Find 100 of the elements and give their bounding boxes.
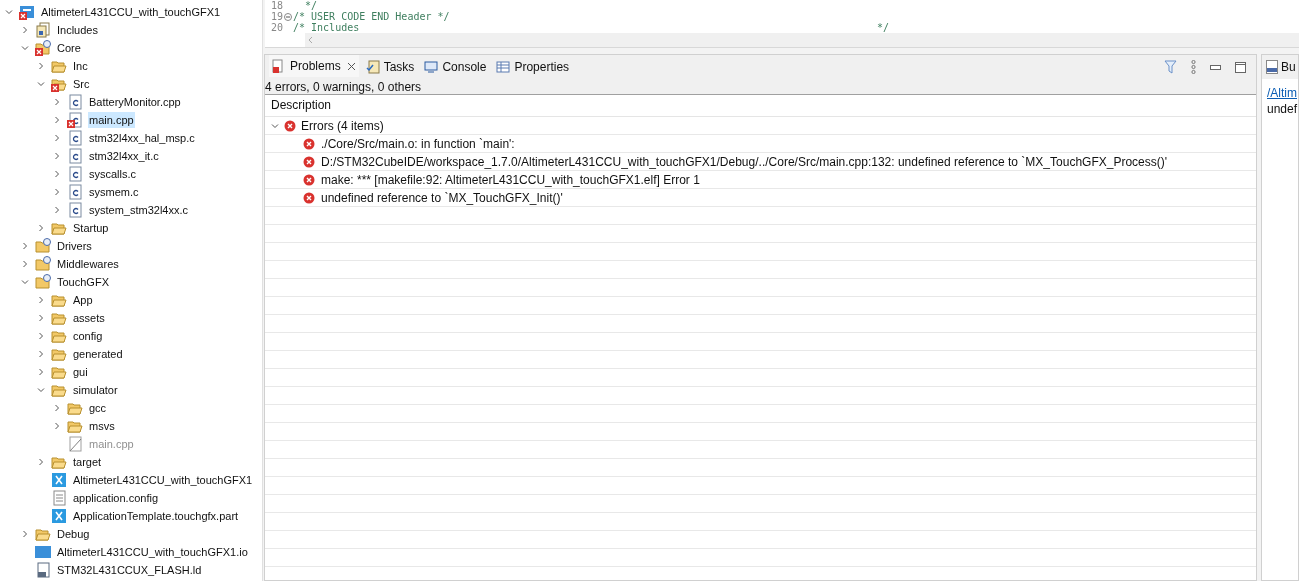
column-header[interactable]: Description	[271, 96, 332, 114]
chevron-right-icon[interactable]	[37, 458, 45, 466]
tree-item[interactable]: stm32l4xx_it.c	[88, 147, 160, 165]
tree-item[interactable]: STM32L431CCUX_FLASH.ld	[56, 561, 203, 579]
source-folder-icon	[35, 256, 51, 272]
view-tab[interactable]: Tasks	[362, 55, 418, 79]
folder-icon	[51, 346, 67, 362]
error-icon	[303, 137, 315, 150]
tree-item[interactable]: gui	[72, 363, 89, 381]
chevron-right-icon[interactable]	[53, 206, 61, 214]
error-message[interactable]: ./Core/Src/main.o: in function `main':	[321, 134, 515, 153]
tree-item[interactable]: Includes	[56, 21, 99, 39]
fold-icon[interactable]	[284, 12, 292, 21]
x-file-icon	[51, 472, 67, 488]
horizontal-scrollbar[interactable]	[305, 33, 1299, 47]
scroll-left-icon[interactable]	[307, 36, 315, 44]
tree-item[interactable]: simulator	[72, 381, 119, 399]
error-message[interactable]: D:/STM32CubeIDE/workspace_1.7.0/AltimeterL431CCU_with_touchGFX1/Debug/../Core/Src/main.cpp:132: undefined reference to `MX_TouchGFX_Process()'	[321, 152, 1168, 171]
chevron-right-icon[interactable]	[21, 530, 29, 538]
tree-item[interactable]: application.config	[72, 489, 159, 507]
error-icon	[303, 173, 315, 186]
chevron-down-icon[interactable]	[37, 80, 45, 88]
tree-item[interactable]: Debug	[56, 525, 91, 543]
source-folder-icon	[35, 238, 51, 254]
chevron-right-icon[interactable]	[21, 242, 29, 250]
view-tab[interactable]: Properties	[493, 55, 573, 79]
tree-item[interactable]: gcc	[88, 399, 108, 417]
chevron-right-icon[interactable]	[53, 98, 61, 106]
monitor-icon	[424, 60, 439, 74]
tree-item[interactable]: syscalls.c	[88, 165, 138, 183]
tree-item[interactable]: Core	[56, 39, 82, 57]
folder-icon	[51, 382, 67, 398]
folder-icon	[51, 328, 67, 344]
tree-item[interactable]: sysmem.c	[88, 183, 140, 201]
tree-item[interactable]: ApplicationTemplate.touchgfx.part	[72, 507, 240, 525]
error-overlay-icon	[19, 12, 27, 20]
tree-item[interactable]: AltimeterL431CCU_with_touchGFX1	[40, 3, 222, 21]
x-file-icon	[51, 508, 67, 524]
chevron-down-icon[interactable]	[271, 121, 279, 130]
maximize-icon[interactable]	[1235, 61, 1246, 73]
tree-item[interactable]: Drivers	[56, 237, 93, 255]
tree-item[interactable]: Inc	[72, 57, 89, 75]
tree-item[interactable]: system_stm32l4xx.c	[88, 201, 190, 219]
filter-icon[interactable]	[1164, 60, 1177, 74]
tree-item[interactable]: TouchGFX	[56, 273, 110, 291]
chevron-right-icon[interactable]	[37, 224, 45, 232]
chevron-right-icon[interactable]	[21, 26, 29, 34]
excluded-file-icon	[67, 436, 83, 452]
tree-item[interactable]: main.cpp	[88, 111, 135, 129]
tree-item[interactable]: AltimeterL431CCU_with_touchGFX1	[72, 471, 254, 489]
chevron-right-icon[interactable]	[37, 296, 45, 304]
chevron-right-icon[interactable]	[37, 350, 45, 358]
chevron-right-icon[interactable]	[37, 368, 45, 376]
tree-item[interactable]: AltimeterL431CCU_with_touchGFX1.io	[56, 543, 249, 561]
chevron-right-icon[interactable]	[53, 116, 61, 124]
chevron-down-icon[interactable]	[21, 278, 29, 286]
view-tab[interactable]: Problems	[269, 55, 359, 79]
error-group[interactable]: Errors (4 items)	[301, 116, 384, 135]
chevron-right-icon[interactable]	[53, 188, 61, 196]
chevron-right-icon[interactable]	[53, 170, 61, 178]
tree-item[interactable]: stm32l4xx_hal_msp.c	[88, 129, 196, 147]
chevron-right-icon[interactable]	[53, 422, 61, 430]
error-overlay-icon	[35, 48, 43, 56]
tree-item[interactable]: Startup	[72, 219, 110, 237]
chevron-right-icon[interactable]	[53, 404, 61, 412]
chevron-down-icon[interactable]	[5, 8, 13, 16]
folder-icon	[51, 220, 67, 236]
tree-item[interactable]: Src	[72, 75, 91, 93]
folder-icon	[35, 526, 51, 542]
minimize-icon[interactable]	[1210, 64, 1221, 70]
line-number: 18	[270, 0, 283, 11]
tree-item[interactable]: config	[72, 327, 104, 345]
folder-icon	[67, 400, 83, 416]
chevron-right-icon[interactable]	[53, 134, 61, 142]
tree-item[interactable]: BatteryMonitor.cpp	[88, 93, 182, 111]
tree-item[interactable]: target	[72, 453, 103, 471]
chevron-right-icon[interactable]	[21, 260, 29, 268]
tree-item[interactable]: Middlewares	[56, 255, 120, 273]
error-message[interactable]: undefined reference to `MX_TouchGFX_Init()'	[321, 188, 563, 207]
error-overlay-icon	[51, 84, 59, 92]
chevron-right-icon[interactable]	[37, 62, 45, 70]
c-file-icon	[67, 94, 83, 110]
close-icon[interactable]	[346, 61, 356, 71]
view-tab[interactable]: Console	[421, 55, 490, 79]
binary-file-icon	[1266, 60, 1278, 74]
chevron-down-icon[interactable]	[21, 44, 29, 52]
tree-item[interactable]: generated	[72, 345, 124, 363]
folder-icon	[67, 418, 83, 434]
chevron-right-icon[interactable]	[37, 314, 45, 322]
tree-item[interactable]: msvs	[88, 417, 116, 435]
c-file-icon	[67, 166, 83, 182]
error-message[interactable]: make: *** [makefile:92: AltimeterL431CCU_with_touchGFX1.elf] Error 1	[321, 170, 700, 189]
folder-icon	[51, 310, 67, 326]
linker-file-icon	[35, 562, 51, 578]
tree-item[interactable]: assets	[72, 309, 106, 327]
more-options-icon[interactable]	[1191, 60, 1196, 74]
chevron-right-icon[interactable]	[37, 332, 45, 340]
chevron-right-icon[interactable]	[53, 152, 61, 160]
tree-item[interactable]: App	[72, 291, 94, 309]
chevron-down-icon[interactable]	[37, 386, 45, 394]
